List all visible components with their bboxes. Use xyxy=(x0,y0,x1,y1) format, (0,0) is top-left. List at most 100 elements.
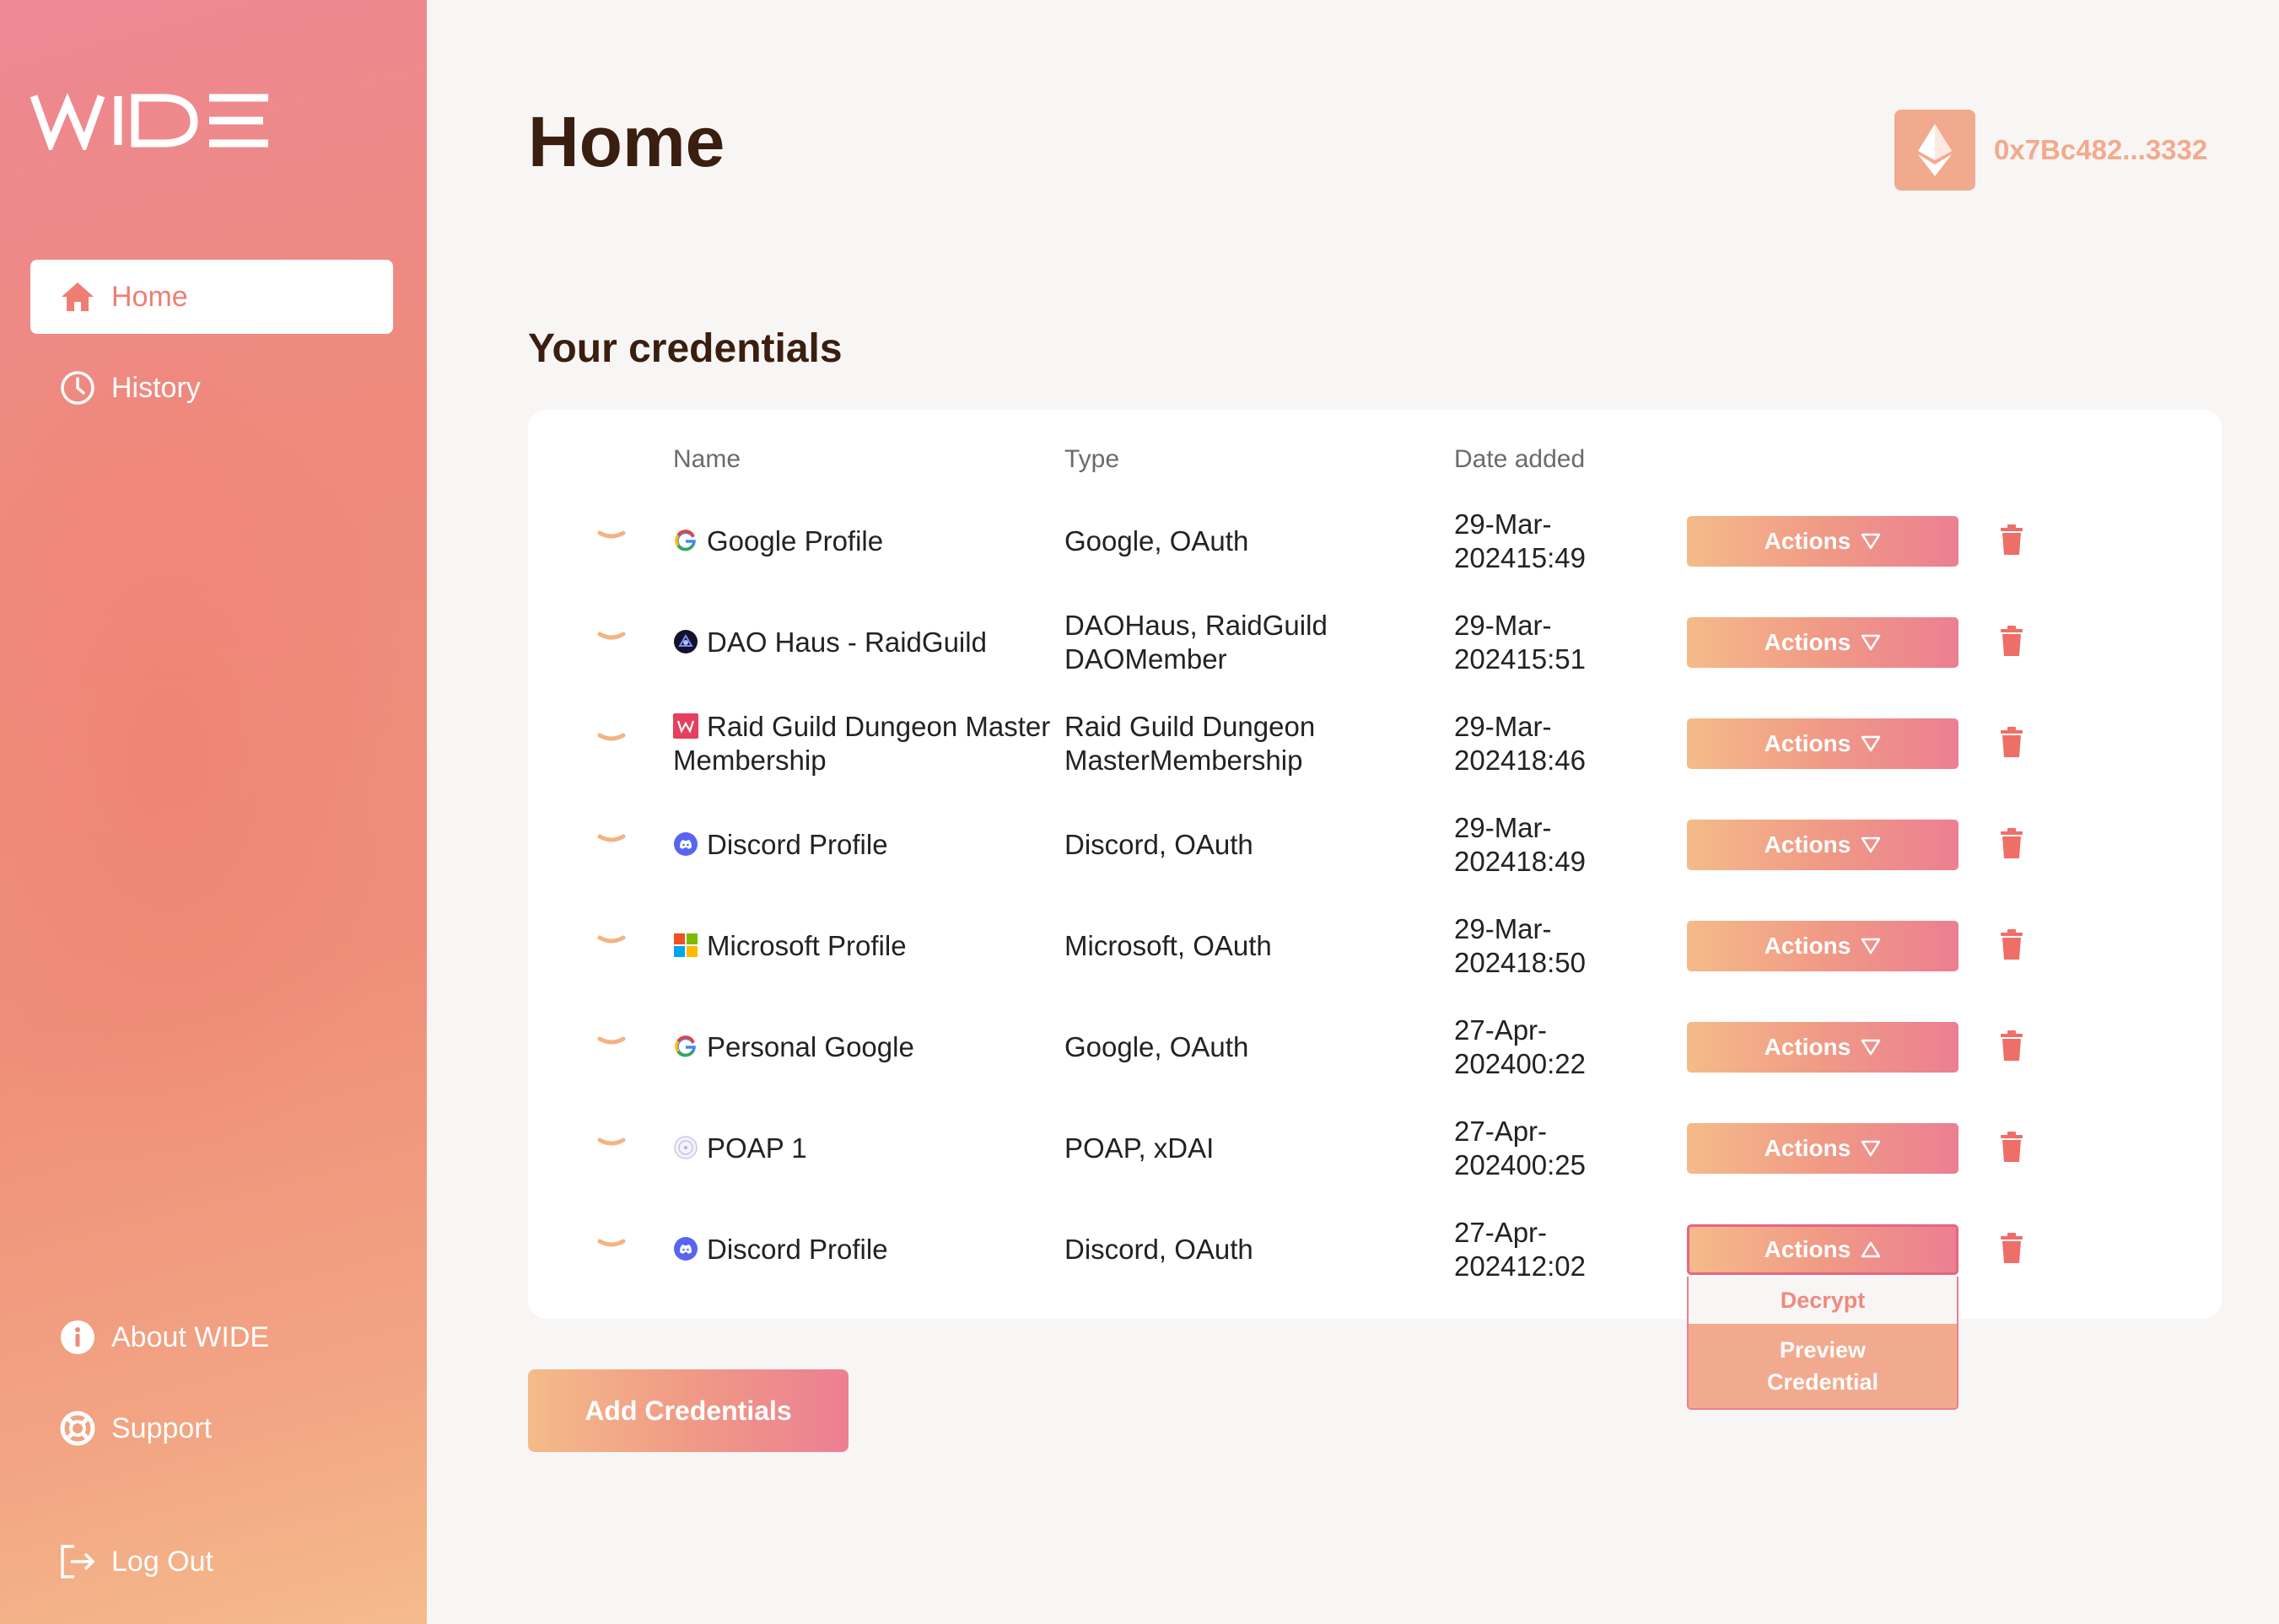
section-title: Your credentials xyxy=(528,326,843,371)
lifebuoy-icon xyxy=(59,1410,96,1447)
triangle-down-icon xyxy=(1861,836,1881,853)
wide-logo[interactable] xyxy=(30,91,272,154)
poap-icon xyxy=(674,1136,698,1159)
home-icon xyxy=(59,278,96,315)
sidebar: Home History About WIDE Support Log Out xyxy=(0,0,427,1624)
chevron-down-icon[interactable] xyxy=(597,833,626,845)
ethereum-icon xyxy=(1894,110,1975,191)
trash-icon[interactable] xyxy=(1999,727,2024,759)
table-row: Raid Guild Dungeon Master Membership Rai… xyxy=(528,693,2222,794)
discord-icon xyxy=(674,1237,698,1261)
credential-date: 29-Mar-202415:49 xyxy=(1454,508,1587,573)
actions-dropdown-menu: Decrypt Preview Credential xyxy=(1687,1277,1958,1410)
triangle-down-icon xyxy=(1861,533,1881,550)
credential-date: 29-Mar-202418:49 xyxy=(1454,812,1587,877)
sidebar-item-label: Support xyxy=(111,1412,213,1444)
google-icon xyxy=(675,530,696,551)
credential-date: 27-Apr-202400:22 xyxy=(1454,1014,1587,1079)
credential-name: Discord Profile xyxy=(673,794,1061,895)
menu-item-decrypt[interactable]: Decrypt xyxy=(1689,1277,1957,1324)
wallet-address: 0x7Bc482...3332 xyxy=(1994,134,2208,165)
actions-button[interactable]: Actions xyxy=(1687,1123,1958,1174)
table-row: POAP 1 POAP, xDAI 27-Apr-202400:25 Actio… xyxy=(528,1098,2222,1199)
sidebar-item-support[interactable]: Support xyxy=(30,1391,393,1465)
trash-icon[interactable] xyxy=(1999,929,2024,961)
credential-type: Discord, OAuth xyxy=(1064,829,1253,860)
credential-date: 27-Apr-202412:02 xyxy=(1454,1217,1587,1282)
google-icon xyxy=(675,1035,696,1057)
sidebar-item-label: Log Out xyxy=(111,1545,213,1578)
chevron-down-icon[interactable] xyxy=(597,934,626,946)
sidebar-item-logout[interactable]: Log Out xyxy=(30,1525,393,1599)
chevron-down-icon[interactable] xyxy=(597,1238,626,1250)
triangle-down-icon xyxy=(1861,735,1881,752)
credential-type: Microsoft, OAuth xyxy=(1064,930,1272,961)
credential-name: Google Profile xyxy=(673,491,1061,592)
actions-button[interactable]: Actions xyxy=(1687,516,1958,567)
chevron-down-icon[interactable] xyxy=(597,732,626,744)
sidebar-item-home[interactable]: Home xyxy=(30,260,393,334)
microsoft-icon xyxy=(674,933,698,957)
credential-name: POAP 1 xyxy=(673,1098,1061,1199)
chevron-down-icon[interactable] xyxy=(597,1035,626,1047)
trash-icon[interactable] xyxy=(1999,1132,2024,1164)
info-icon xyxy=(59,1319,96,1356)
triangle-up-icon xyxy=(1861,1241,1881,1258)
chevron-down-icon[interactable] xyxy=(597,631,626,643)
credential-date: 29-Mar-202418:50 xyxy=(1454,913,1587,978)
credential-type: Raid Guild Dungeon MasterMembership xyxy=(1064,711,1316,776)
clock-icon xyxy=(59,369,96,406)
table-row: Personal Google Google, OAuth 27-Apr-202… xyxy=(528,997,2222,1098)
credential-type: Google, OAuth xyxy=(1064,525,1249,557)
triangle-down-icon xyxy=(1861,1039,1881,1056)
wallet-badge[interactable]: 0x7Bc482...3332 xyxy=(1894,110,2207,191)
table-row: Google Profile Google, OAuth 29-Mar-2024… xyxy=(528,491,2222,592)
actions-button[interactable]: Actions xyxy=(1687,718,1958,769)
actions-button[interactable]: Actions xyxy=(1687,1022,1958,1073)
column-header-name: Name xyxy=(673,445,741,473)
discord-icon xyxy=(674,832,698,856)
trash-icon[interactable] xyxy=(1999,828,2024,860)
credential-type: Discord, OAuth xyxy=(1064,1234,1253,1265)
table-row: Discord Profile Discord, OAuth 29-Mar-20… xyxy=(528,794,2222,895)
actions-button[interactable]: Actions xyxy=(1687,617,1958,668)
credential-type: Google, OAuth xyxy=(1064,1031,1249,1062)
triangle-down-icon xyxy=(1861,938,1881,955)
actions-button[interactable]: Actions xyxy=(1687,820,1958,870)
add-credentials-button[interactable]: Add Credentials xyxy=(528,1369,849,1452)
column-header-date: Date added xyxy=(1454,445,1586,473)
table-row: Discord Profile Discord, OAuth 27-Apr-20… xyxy=(528,1199,2222,1300)
credential-type: POAP, xDAI xyxy=(1064,1132,1215,1164)
trash-icon[interactable] xyxy=(1999,524,2024,557)
credential-name: Discord Profile xyxy=(673,1199,1061,1300)
credential-date: 27-Apr-202400:25 xyxy=(1454,1116,1587,1180)
credential-type: DAOHaus, RaidGuild DAOMember xyxy=(1064,610,1328,675)
trash-icon[interactable] xyxy=(1999,626,2024,658)
triangle-down-icon xyxy=(1861,634,1881,651)
page-title: Home xyxy=(528,102,725,181)
table-row: DAO Haus - RaidGuild DAOHaus, RaidGuild … xyxy=(528,592,2222,693)
sidebar-item-label: Home xyxy=(111,280,188,313)
sidebar-item-about[interactable]: About WIDE xyxy=(30,1300,393,1374)
table-row: Microsoft Profile Microsoft, OAuth 29-Ma… xyxy=(528,895,2222,997)
sidebar-item-label: History xyxy=(111,371,201,404)
credential-name: Personal Google xyxy=(673,997,1061,1098)
wide-logo-icon xyxy=(30,93,268,154)
trash-icon[interactable] xyxy=(1999,1030,2024,1062)
credential-date: 29-Mar-202415:51 xyxy=(1454,610,1587,675)
credential-name: Raid Guild Dungeon Master Membership xyxy=(673,711,1051,776)
credential-name: Microsoft Profile xyxy=(673,895,1061,997)
logout-icon xyxy=(59,1543,96,1580)
daohaus-icon xyxy=(674,630,698,653)
trash-icon[interactable] xyxy=(1999,1233,2024,1265)
actions-button[interactable]: Actions xyxy=(1687,921,1958,971)
sidebar-item-label: About WIDE xyxy=(111,1320,270,1353)
chevron-down-icon[interactable] xyxy=(597,530,626,541)
sidebar-item-history[interactable]: History xyxy=(30,351,393,425)
column-header-type: Type xyxy=(1064,445,1120,473)
raidguild-icon xyxy=(673,713,698,739)
actions-button[interactable]: Actions xyxy=(1687,1224,1958,1275)
chevron-down-icon[interactable] xyxy=(597,1137,626,1148)
triangle-down-icon xyxy=(1861,1140,1881,1157)
menu-item-preview-credential[interactable]: Preview Credential xyxy=(1689,1324,1957,1408)
